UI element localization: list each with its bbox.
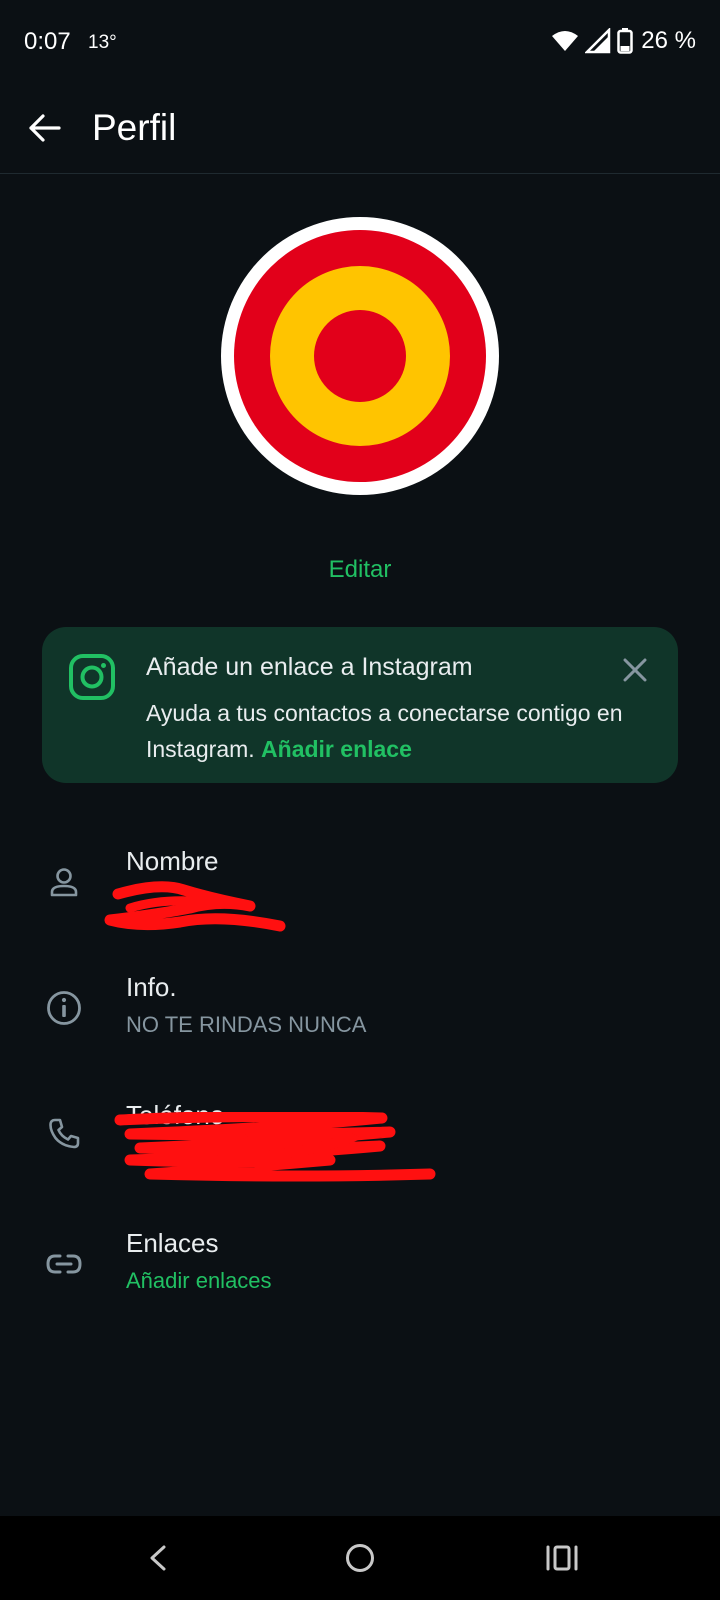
- system-navigation-bar: [0, 1516, 720, 1600]
- add-link-button[interactable]: Añadir enlace: [261, 736, 412, 762]
- instagram-link-banner: Añade un enlace a Instagram Ayuda a tus …: [42, 627, 678, 783]
- info-icon: [44, 988, 84, 1028]
- back-button[interactable]: [22, 106, 66, 150]
- close-banner-button[interactable]: [618, 653, 652, 687]
- link-icon: [44, 1244, 84, 1284]
- add-links-button[interactable]: Añadir enlaces: [126, 1268, 272, 1294]
- nav-back-button[interactable]: [134, 1534, 182, 1582]
- home-circle-icon: [346, 1544, 374, 1572]
- profile-avatar[interactable]: [220, 216, 500, 496]
- about-row[interactable]: Info. NO TE RINDAS NUNCA: [0, 962, 720, 1062]
- recent-apps-icon: [546, 1545, 578, 1571]
- roundel-avatar-image: [221, 217, 499, 495]
- banner-description: Ayuda a tus contactos a conectarse conti…: [146, 695, 646, 767]
- about-label: Info.: [126, 972, 177, 1002]
- phone-icon: [44, 1114, 84, 1154]
- profile-screen: 0:07 13° 26 % Perfil Editar Añade un enl…: [0, 0, 720, 1600]
- page-title: Perfil: [92, 107, 177, 148]
- status-temperature: 13°: [88, 32, 117, 53]
- cellular-signal-icon: [585, 28, 611, 54]
- banner-title: Añade un enlace a Instagram: [146, 653, 473, 681]
- app-bar: Perfil: [0, 84, 720, 174]
- status-bar: 0:07 13° 26 %: [0, 0, 720, 84]
- about-value: NO TE RINDAS NUNCA: [126, 1012, 367, 1037]
- status-icons: 26 %: [551, 26, 696, 56]
- battery-icon: [617, 28, 634, 54]
- nav-home-button[interactable]: [336, 1534, 384, 1582]
- phone-row[interactable]: Teléfono: [0, 1090, 720, 1190]
- name-label: Nombre: [126, 846, 219, 876]
- wifi-icon: [552, 31, 579, 51]
- arrow-left-icon: [29, 114, 61, 142]
- battery-percentage: 26 %: [641, 27, 696, 54]
- status-time: 0:07: [24, 28, 71, 55]
- links-label: Enlaces: [126, 1228, 219, 1258]
- close-icon: [623, 658, 647, 682]
- name-row[interactable]: Nombre: [0, 836, 720, 936]
- phone-label: Teléfono: [126, 1100, 225, 1130]
- links-row[interactable]: Enlaces Añadir enlaces: [0, 1218, 720, 1318]
- chevron-left-icon: [150, 1545, 166, 1571]
- instagram-icon: [69, 654, 115, 700]
- nav-recents-button[interactable]: [538, 1534, 586, 1582]
- edit-photo-link[interactable]: Editar: [0, 556, 720, 584]
- person-icon: [44, 862, 84, 902]
